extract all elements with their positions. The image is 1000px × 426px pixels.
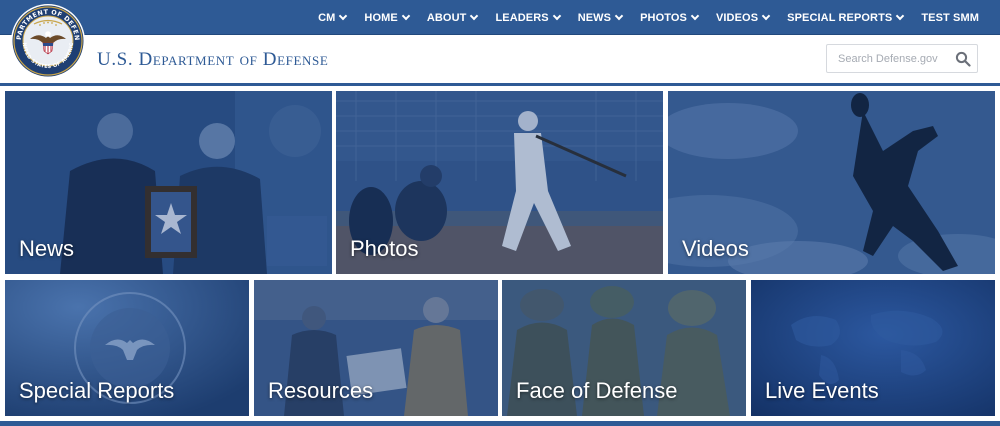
chevron-down-icon <box>761 11 771 21</box>
nav-item-test-smm[interactable]: TEST SMM <box>912 12 988 24</box>
header-divider <box>0 83 1000 86</box>
tile-label: Live Events <box>765 378 879 403</box>
tile-label: News <box>19 236 75 261</box>
tile-label: Resources <box>268 378 374 403</box>
nav-item-label: NEWS <box>577 11 612 24</box>
site-title[interactable]: U.S. Department of Defense <box>97 49 328 71</box>
nav-item-news[interactable]: NEWS <box>569 12 631 24</box>
nav-item-about[interactable]: ABOUT <box>418 12 487 24</box>
search-icon[interactable] <box>955 51 971 67</box>
tile-resources[interactable]: Resources <box>254 280 498 416</box>
search-box <box>826 44 978 73</box>
nav-item-label: SPECIAL REPORTS <box>787 11 893 24</box>
chevron-down-icon <box>614 11 624 21</box>
top-nav-bar: CM HOME ABOUT LEADERS NEWS PHOTOS VIDEOS… <box>0 0 1000 35</box>
chevron-down-icon <box>470 11 479 21</box>
tile-live-events[interactable]: Live Events <box>751 280 995 416</box>
dod-seal-logo[interactable]: DEPARTMENT OF DEFENSE UNITED STATES OF A… <box>10 3 86 79</box>
nav-item-label: TEST SMM <box>921 11 979 24</box>
nav-item-label: VIDEOS <box>715 11 759 24</box>
tile-label: Photos <box>350 236 419 261</box>
tile-label: Special Reports <box>19 378 175 403</box>
nav-item-cm[interactable]: CM <box>309 12 355 24</box>
nav-item-label: LEADERS <box>495 11 549 24</box>
nav-item-label: PHOTOS <box>640 11 687 24</box>
tile-videos[interactable]: Videos <box>668 91 995 274</box>
nav-item-leaders[interactable]: LEADERS <box>486 12 568 24</box>
chevron-down-icon <box>690 11 700 21</box>
tile-label: Face of Defense <box>516 378 678 403</box>
footer-divider <box>0 419 1000 426</box>
nav-item-home[interactable]: HOME <box>355 12 417 24</box>
nav-item-videos[interactable]: VIDEOS <box>707 12 778 24</box>
chevron-down-icon <box>401 11 411 21</box>
nav-item-label: ABOUT <box>426 11 467 24</box>
chevron-down-icon <box>896 11 905 21</box>
search-input[interactable] <box>827 45 953 72</box>
nav-item-label: HOME <box>364 11 398 24</box>
site-header: U.S. Department of Defense <box>0 35 1000 83</box>
tile-face-of-defense[interactable]: Face of Defense <box>502 280 746 416</box>
tile-label: Videos <box>682 236 749 261</box>
nav-item-photos[interactable]: PHOTOS <box>631 12 707 24</box>
tile-special-reports[interactable]: Special Reports <box>5 280 249 416</box>
chevron-down-icon <box>552 11 561 21</box>
tile-news[interactable]: News <box>5 91 332 274</box>
nav-item-label: CM <box>318 11 336 24</box>
main-nav: CM HOME ABOUT LEADERS NEWS PHOTOS VIDEOS… <box>309 0 988 35</box>
nav-item-special-reports[interactable]: SPECIAL REPORTS <box>778 12 912 24</box>
chevron-down-icon <box>339 11 348 21</box>
tile-photos[interactable]: Photos <box>336 91 663 274</box>
